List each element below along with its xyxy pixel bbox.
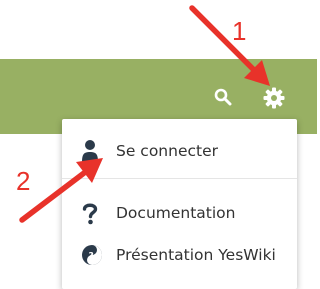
annotation-number-1: 1 <box>232 16 247 46</box>
annotation-number-2: 2 <box>16 166 31 196</box>
annotation-arrows <box>19 5 270 223</box>
annotation-arrow-1 <box>189 5 270 86</box>
annotation-arrow-2 <box>19 158 103 223</box>
